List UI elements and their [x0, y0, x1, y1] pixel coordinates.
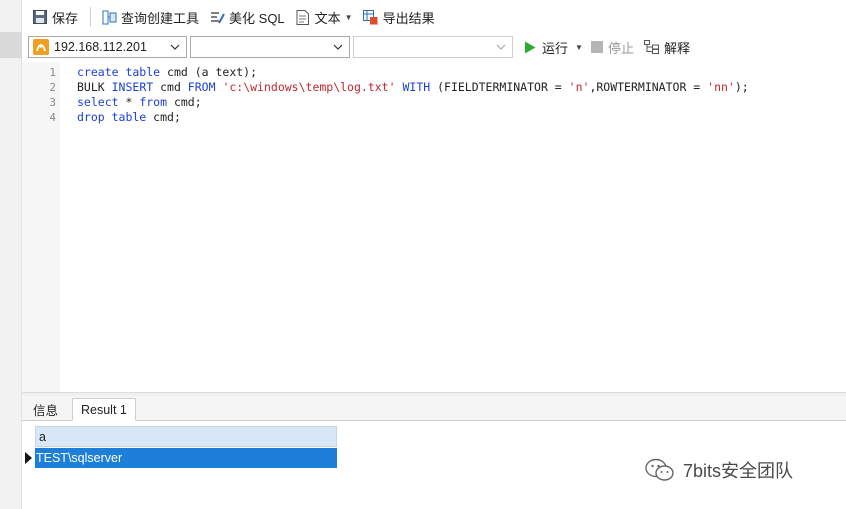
left-panel-selected-marker	[0, 32, 22, 58]
sql-keyword: create table	[77, 65, 161, 79]
table-row[interactable]: TEST\sqlserver	[35, 448, 337, 468]
line-number-gutter: 1 2 3 4	[22, 62, 60, 392]
sql-text: (FIELDTERMINATOR =	[430, 80, 569, 94]
main-toolbar: 保存 查询创建工具 美化 SQL 文本 ▼ 导出结果	[22, 0, 846, 34]
sql-string: 'nn'	[707, 80, 735, 94]
sql-string: 'c:\windows\temp\log.txt'	[222, 80, 396, 94]
text-mode-button[interactable]: 文本 ▼	[291, 4, 357, 30]
sql-string: 'n'	[568, 80, 590, 94]
play-icon	[524, 41, 536, 54]
sql-text: cmd (a text);	[160, 65, 258, 79]
schema-select[interactable]	[353, 36, 513, 58]
chevron-down-icon	[496, 41, 506, 56]
export-results-label: 导出结果	[382, 10, 435, 26]
current-row-indicator-icon	[25, 452, 32, 464]
connection-bar: 192.168.112.201 运行 ▼ 停止 解释	[22, 34, 846, 60]
line-number: 2	[49, 81, 56, 94]
sql-text: *	[118, 95, 140, 109]
sql-keyword: select	[77, 95, 119, 109]
sql-text: ,ROWTERMINATOR =	[589, 80, 708, 94]
watermark-text: 7bits安全团队	[683, 461, 794, 481]
chevron-down-icon	[333, 41, 343, 56]
sql-text: cmd;	[146, 110, 181, 124]
document-icon	[295, 9, 311, 25]
sql-keyword: INSERT	[111, 80, 154, 94]
sql-text: cmd;	[167, 95, 202, 109]
stop-button[interactable]: 停止	[590, 38, 634, 57]
code-line: drop table cmd;	[77, 110, 181, 124]
column-header-a[interactable]: a	[35, 426, 337, 447]
server-icon	[33, 39, 49, 55]
line-number: 3	[49, 96, 56, 109]
explain-label: 解释	[663, 40, 690, 56]
results-tab-bar: 信息 Result 1	[22, 396, 846, 421]
stop-icon	[590, 41, 603, 53]
beautify-sql-label: 美化 SQL	[229, 10, 285, 26]
run-button[interactable]: 运行 ▼	[524, 38, 583, 57]
line-number: 4	[49, 111, 56, 124]
query-builder-button[interactable]: 查询创建工具	[97, 4, 203, 30]
code-line: create table cmd (a text);	[77, 65, 257, 79]
tab-messages[interactable]: 信息	[25, 398, 66, 421]
dropdown-caret-icon: ▼	[344, 12, 353, 22]
tab-result-1[interactable]: Result 1	[72, 398, 136, 421]
watermark: 7bits安全团队	[645, 457, 793, 483]
sql-text: cmd	[153, 80, 188, 94]
export-icon	[363, 9, 379, 25]
save-button[interactable]: 保存	[28, 4, 82, 30]
run-label: 运行	[542, 40, 569, 56]
text-mode-label: 文本	[314, 10, 341, 26]
query-builder-icon	[101, 9, 117, 25]
save-label: 保存	[52, 10, 79, 26]
sql-text: BULK	[77, 80, 112, 94]
server-select[interactable]: 192.168.112.201	[28, 36, 187, 58]
line-number: 1	[49, 66, 56, 79]
dropdown-caret-icon: ▼	[575, 42, 583, 52]
sql-keyword: WITH	[402, 80, 431, 94]
stop-label: 停止	[607, 40, 634, 56]
sql-text: );	[734, 80, 749, 94]
toolbar-separator	[90, 7, 92, 27]
beautify-sql-button[interactable]: 美化 SQL	[205, 4, 289, 30]
server-value: 192.168.112.201	[54, 40, 147, 54]
sql-keyword: from	[139, 95, 168, 109]
chevron-down-icon	[170, 41, 180, 56]
query-builder-label: 查询创建工具	[121, 10, 200, 26]
wechat-icon	[645, 458, 675, 482]
sql-editor[interactable]: 1 2 3 4 create table cmd (a text); BULK …	[22, 62, 846, 392]
export-results-button[interactable]: 导出结果	[359, 4, 439, 30]
explain-icon	[643, 40, 659, 54]
code-line: select * from cmd;	[77, 95, 202, 109]
sql-keyword: drop table	[77, 110, 147, 124]
left-panel-strip	[0, 0, 22, 509]
beautify-icon	[209, 9, 225, 25]
sql-keyword: FROM	[187, 80, 216, 94]
database-select[interactable]	[190, 36, 350, 58]
save-icon	[32, 9, 48, 25]
explain-button[interactable]: 解释	[643, 38, 690, 57]
code-line: BULK INSERT cmd FROM 'c:\windows\temp\lo…	[77, 80, 749, 94]
